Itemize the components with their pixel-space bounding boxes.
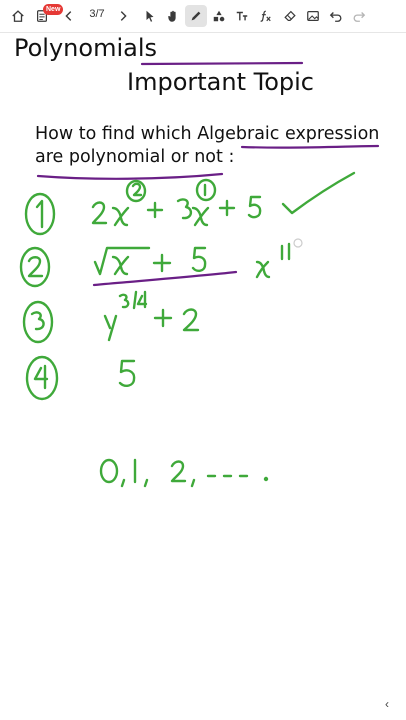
item-1-ink (24, 171, 356, 236)
scroll-left-arrow[interactable]: ‹ (385, 697, 397, 711)
purple-underlines (36, 61, 380, 287)
sequence-ink (99, 458, 269, 488)
item-4-ink (25, 355, 136, 401)
item-3-ink (22, 290, 200, 344)
ink-layer (19, 61, 380, 488)
